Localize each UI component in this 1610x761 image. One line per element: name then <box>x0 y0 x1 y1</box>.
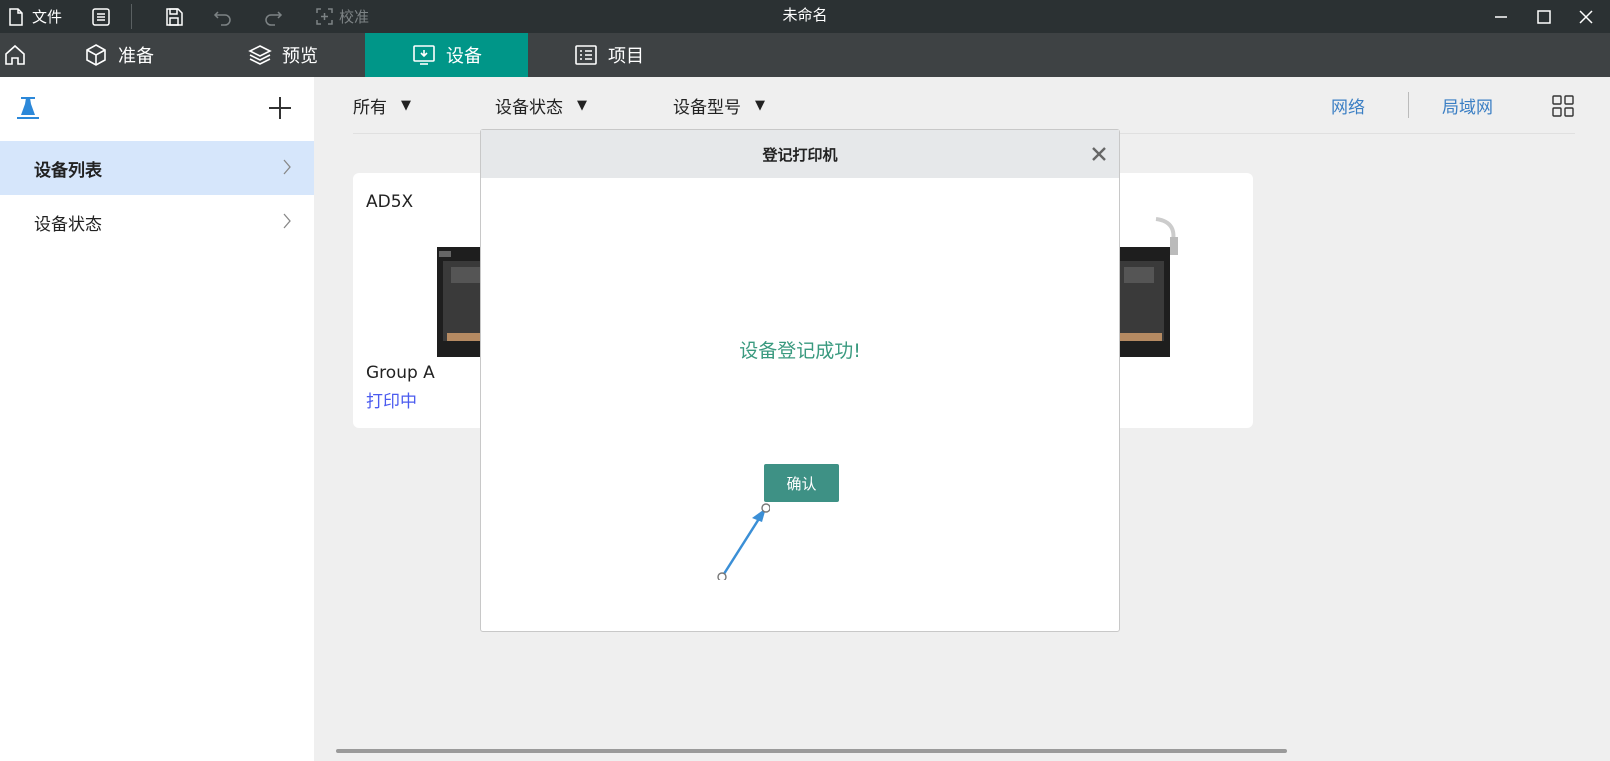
list-icon <box>574 44 598 66</box>
save-icon <box>165 7 183 26</box>
printer-logo-icon <box>15 95 41 125</box>
tab-preview[interactable]: 预览 <box>248 33 368 77</box>
calibrate-button[interactable]: 校准 <box>316 0 369 33</box>
tab-preview-label: 预览 <box>282 46 318 67</box>
tab-device-label: 设备 <box>446 46 482 67</box>
lan-link[interactable]: 局域网 <box>1442 90 1493 120</box>
calibrate-label: 校准 <box>339 8 370 26</box>
close-icon <box>1579 9 1593 24</box>
layers-icon <box>248 43 272 67</box>
close-icon <box>1091 146 1107 162</box>
title-bar: 文件 校准 未命名 <box>0 0 1610 33</box>
horizontal-scrollbar[interactable] <box>336 749 1287 753</box>
calibrate-icon <box>316 8 333 25</box>
titlebar-separator <box>131 4 132 29</box>
tab-project-label: 项目 <box>608 46 644 67</box>
maximize-icon <box>1537 9 1551 24</box>
dialog-close-button[interactable] <box>1087 142 1111 166</box>
sidebar-item-label: 设备列表 <box>34 160 102 181</box>
device-name: AD5X <box>366 192 414 212</box>
home-icon <box>4 44 26 66</box>
filter-status-label: 设备状态 <box>495 97 563 118</box>
minimize-icon <box>1494 10 1508 24</box>
device-group: Group A <box>366 363 435 383</box>
filter-status-dropdown[interactable]: 设备状态 ▼ <box>495 90 587 120</box>
main-tab-bar: 准备 预览 设备 项目 <box>0 33 1610 77</box>
close-window-button[interactable] <box>1564 0 1608 33</box>
redo-icon <box>263 8 283 26</box>
sidebar: 设备列表 设备状态 <box>0 77 314 761</box>
chevron-right-icon <box>282 212 292 235</box>
save-button[interactable] <box>165 0 183 33</box>
filter-model-label: 设备型号 <box>673 97 741 118</box>
tab-home[interactable] <box>0 33 30 77</box>
dialog-message: 设备登记成功! <box>739 340 861 362</box>
tab-device[interactable]: 设备 <box>365 33 528 77</box>
register-printer-dialog: 登记打印机 设备登记成功! 确认 <box>480 129 1120 632</box>
dropdown-arrow-icon: ▼ <box>755 97 765 113</box>
file-menu[interactable]: 文件 <box>8 0 62 33</box>
tab-prepare-label: 准备 <box>118 46 154 67</box>
dialog-title: 登记打印机 <box>762 145 838 164</box>
window-title: 未命名 <box>782 6 828 24</box>
device-status: 打印中 <box>366 392 417 412</box>
filter-all-label: 所有 <box>353 97 387 118</box>
tab-prepare[interactable]: 准备 <box>84 33 234 77</box>
add-device-button[interactable] <box>268 96 292 124</box>
printer-image <box>1110 217 1180 361</box>
filter-model-dropdown[interactable]: 设备型号 ▼ <box>673 90 765 120</box>
dropdown-arrow-icon: ▼ <box>401 97 411 113</box>
list-icon <box>92 7 110 26</box>
chevron-right-icon <box>282 158 292 181</box>
sidebar-item-label: 设备状态 <box>34 214 102 235</box>
file-icon <box>8 7 24 26</box>
pointer-arrow-annotation <box>710 500 771 584</box>
network-link[interactable]: 网络 <box>1331 90 1365 120</box>
plus-icon <box>268 96 292 120</box>
sidebar-item-device-status[interactable]: 设备状态 <box>0 195 314 249</box>
dropdown-arrow-icon: ▼ <box>577 97 587 113</box>
redo-button[interactable] <box>263 0 283 33</box>
link-divider <box>1408 92 1409 118</box>
sidebar-item-device-list[interactable]: 设备列表 <box>0 141 314 195</box>
undo-button[interactable] <box>213 0 233 33</box>
device-icon <box>412 44 436 66</box>
list-menu-button[interactable] <box>92 0 110 33</box>
minimize-button[interactable] <box>1479 0 1523 33</box>
grid-view-button[interactable] <box>1552 95 1574 121</box>
grid-icon <box>1552 95 1574 117</box>
maximize-button[interactable] <box>1522 0 1566 33</box>
file-menu-label: 文件 <box>32 8 63 26</box>
tab-project[interactable]: 项目 <box>574 33 694 77</box>
confirm-button[interactable]: 确认 <box>764 464 839 502</box>
filter-all-dropdown[interactable]: 所有 ▼ <box>353 90 411 120</box>
cube-icon <box>84 43 108 67</box>
dialog-header: 登记打印机 <box>481 130 1119 178</box>
undo-icon <box>213 8 233 26</box>
